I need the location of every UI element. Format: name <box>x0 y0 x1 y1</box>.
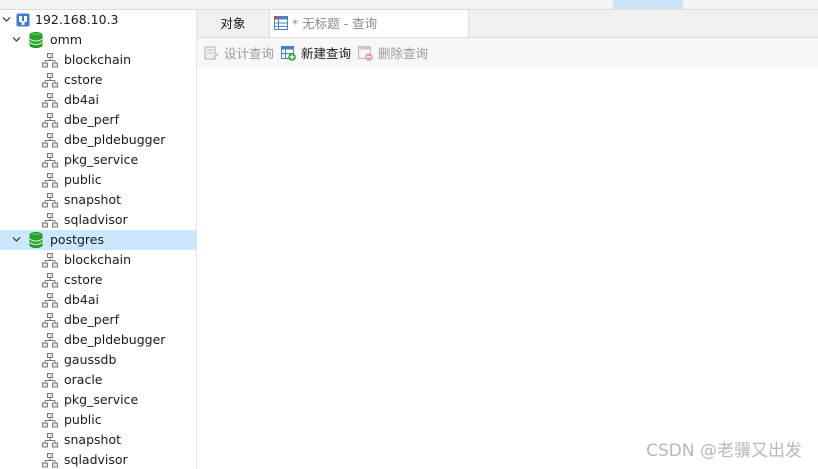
tab-objects[interactable]: 对象 <box>197 10 269 37</box>
schema-icon <box>42 273 58 288</box>
schema-icon <box>42 93 58 108</box>
tab-query-label: * 无标题 - 查询 <box>292 16 378 31</box>
delete-query-icon <box>358 46 373 61</box>
schema-icon <box>42 153 58 168</box>
watermark: CSDN @老骥又出发 <box>646 441 802 461</box>
tree-schema[interactable]: public <box>0 170 196 190</box>
query-action-bar: 设计查询 新建查询 删除查询 <box>197 38 818 68</box>
main-toolbar <box>0 0 818 10</box>
tree-schema[interactable]: cstore <box>0 70 196 90</box>
schema-icon <box>42 433 58 448</box>
tree-database-label: postgres <box>50 232 104 247</box>
tree-schema-label: pkg_service <box>64 392 139 407</box>
database-icon <box>29 232 43 248</box>
new-query-label: 新建查询 <box>301 46 352 61</box>
schema-icon <box>42 293 58 308</box>
tree-connection-label: 192.168.10.3 <box>35 12 119 27</box>
tree-connection[interactable]: 192.168.10.3 <box>0 10 196 30</box>
tree-schema-label: sqladvisor <box>64 212 128 227</box>
schema-icon <box>42 73 58 88</box>
tree-database[interactable]: postgres <box>0 230 196 250</box>
schema-icon <box>42 193 58 208</box>
tree-schema[interactable]: snapshot <box>0 190 196 210</box>
tree-schema-label: snapshot <box>64 432 122 447</box>
tree-schema-label: pkg_service <box>64 152 139 167</box>
tree-schema[interactable]: db4ai <box>0 90 196 110</box>
toolbar-active-item[interactable] <box>613 0 683 9</box>
tree-database[interactable]: omm <box>0 30 196 50</box>
tree-schema-label: dbe_perf <box>64 112 119 127</box>
tree-schema-label: cstore <box>64 72 103 87</box>
tree-schema[interactable]: pkg_service <box>0 390 196 410</box>
tree-schema-label: blockchain <box>64 52 132 67</box>
tree-schema-label: dbe_pldebugger <box>64 132 166 147</box>
navigation-tree: 192.168.10.3 omm blockchain cstore db4ai dbe_… <box>0 10 197 469</box>
schema-icon <box>42 413 58 428</box>
tree-schema-label: sqladvisor <box>64 452 128 467</box>
schema-icon <box>42 333 58 348</box>
database-icon <box>29 32 43 48</box>
schema-icon <box>42 133 58 148</box>
tree-schema[interactable]: pkg_service <box>0 150 196 170</box>
tree-schema-label: db4ai <box>64 292 99 307</box>
tree-schema[interactable]: public <box>0 410 196 430</box>
tree-schema[interactable]: cstore <box>0 270 196 290</box>
design-query-label: 设计查询 <box>224 46 275 61</box>
schema-icon <box>42 313 58 328</box>
tree-schema[interactable]: gaussdb <box>0 350 196 370</box>
tree-schema[interactable]: oracle <box>0 370 196 390</box>
chevron-down-icon[interactable] <box>12 35 21 44</box>
schema-icon <box>42 53 58 68</box>
tree-schema[interactable]: db4ai <box>0 290 196 310</box>
tree-schema[interactable]: snapshot <box>0 430 196 450</box>
chevron-down-icon[interactable] <box>2 15 11 24</box>
schema-icon <box>42 253 58 268</box>
schema-icon <box>42 453 58 468</box>
query-table-icon <box>274 16 288 30</box>
tree-schema[interactable]: dbe_perf <box>0 110 196 130</box>
tree-schema-label: cstore <box>64 272 103 287</box>
tab-bar: 对象 * 无标题 - 查询 <box>197 10 818 38</box>
tree-schema-label: snapshot <box>64 192 122 207</box>
tree-schema[interactable]: sqladvisor <box>0 450 196 469</box>
tree-schema-label: public <box>64 412 102 427</box>
tree-schema[interactable]: blockchain <box>0 250 196 270</box>
schema-icon <box>42 353 58 368</box>
tree-schema-label: db4ai <box>64 92 99 107</box>
tree-database-label: omm <box>50 32 83 47</box>
delete-query-label: 删除查询 <box>378 46 429 61</box>
tree-schema-label: dbe_perf <box>64 312 119 327</box>
design-query-icon <box>204 46 219 60</box>
tree-schema-label: oracle <box>64 372 103 387</box>
schema-icon <box>42 373 58 388</box>
schema-icon <box>42 213 58 228</box>
connection-icon <box>16 13 30 27</box>
tree-schema[interactable]: dbe_pldebugger <box>0 330 196 350</box>
tab-untitled-query[interactable]: * 无标题 - 查询 <box>269 10 469 37</box>
tree-schema[interactable]: sqladvisor <box>0 210 196 230</box>
tree-schema[interactable]: dbe_pldebugger <box>0 130 196 150</box>
tree-schema-label: public <box>64 172 102 187</box>
schema-icon <box>42 113 58 128</box>
tree-schema-label: dbe_pldebugger <box>64 332 166 347</box>
schema-icon <box>42 173 58 188</box>
new-query-icon <box>281 46 296 61</box>
tree-schema[interactable]: blockchain <box>0 50 196 70</box>
tree-schema-label: gaussdb <box>64 352 117 367</box>
tree-schema-label: blockchain <box>64 252 132 267</box>
tree-schema[interactable]: dbe_perf <box>0 310 196 330</box>
query-list-area[interactable] <box>197 68 818 469</box>
chevron-down-icon[interactable] <box>12 235 21 244</box>
schema-icon <box>42 393 58 408</box>
